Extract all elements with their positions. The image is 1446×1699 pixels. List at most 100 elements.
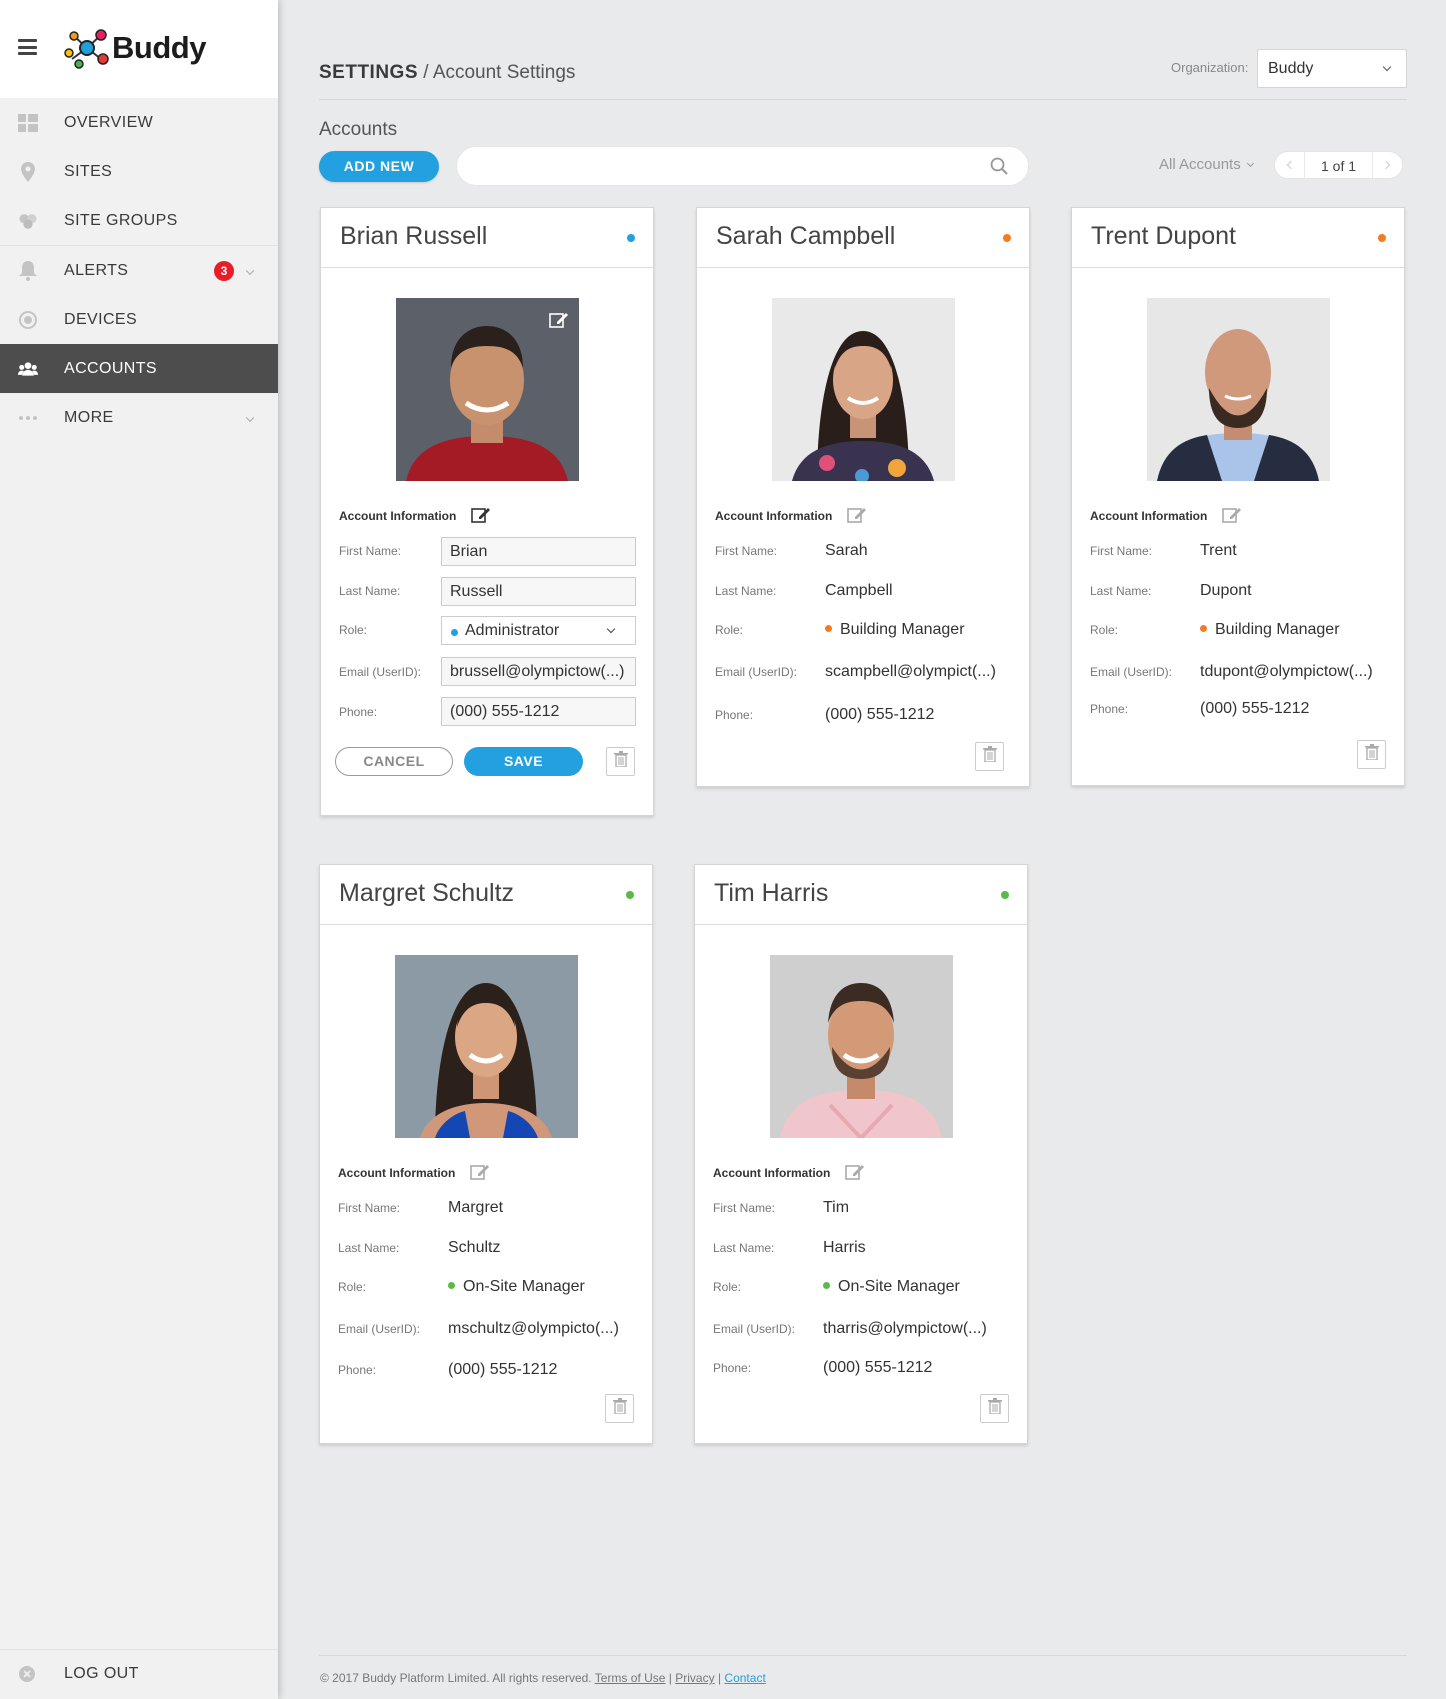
first-name-label: First Name: bbox=[713, 1201, 776, 1215]
last-name-value: Schultz bbox=[448, 1239, 501, 1256]
first-name-value: Margret bbox=[448, 1199, 504, 1216]
status-dot bbox=[627, 234, 635, 242]
chevron-down-icon bbox=[1382, 62, 1392, 72]
phone-value: (000) 555-1212 bbox=[1200, 700, 1310, 717]
role-value: Administrator bbox=[465, 622, 560, 639]
status-dot bbox=[1003, 234, 1011, 242]
breadcrumb-section[interactable]: SETTINGS bbox=[319, 62, 418, 83]
role-select[interactable]: Administrator bbox=[441, 616, 636, 645]
accounts-filter-dropdown[interactable]: All Accounts bbox=[1159, 156, 1254, 173]
account-information-label: Account Information bbox=[339, 509, 457, 523]
card-header: Tim Harris bbox=[695, 865, 1027, 925]
phone-label: Phone: bbox=[1090, 702, 1129, 716]
phone-field[interactable]: (000) 555-1212 bbox=[441, 697, 636, 726]
breadcrumb: SETTINGS / Account Settings bbox=[319, 62, 575, 84]
save-button[interactable]: SAVE bbox=[464, 747, 583, 776]
sidebar-item-alerts[interactable]: ALERTS 3 bbox=[0, 246, 278, 295]
add-new-button[interactable]: ADD NEW bbox=[319, 151, 439, 182]
trash-icon bbox=[1364, 744, 1379, 765]
sidebar-item-label: MORE bbox=[64, 408, 114, 426]
terms-link[interactable]: Terms of Use bbox=[595, 1671, 666, 1685]
delete-button[interactable] bbox=[1357, 740, 1386, 769]
organization-select[interactable]: Buddy bbox=[1257, 49, 1407, 88]
role-text: On-Site Manager bbox=[838, 1278, 960, 1295]
hamburger-menu-icon[interactable] bbox=[18, 39, 37, 55]
brand-bar: Buddy bbox=[0, 0, 278, 98]
app-name: Buddy bbox=[112, 30, 206, 65]
logout-button[interactable]: LOG OUT bbox=[0, 1649, 278, 1699]
close-circle-icon bbox=[18, 1665, 36, 1688]
account-name: Brian Russell bbox=[340, 222, 488, 250]
more-icon bbox=[18, 408, 38, 428]
email-field[interactable]: brussell@olympictow(...) bbox=[441, 657, 636, 686]
sidebar-item-label: SITES bbox=[64, 162, 113, 180]
chevron-down-icon[interactable] bbox=[245, 265, 255, 275]
role-value: On-Site Manager bbox=[823, 1278, 960, 1296]
phone-value: (000) 555-1212 bbox=[825, 706, 935, 723]
trash-icon bbox=[987, 1398, 1002, 1419]
edit-icon[interactable] bbox=[470, 1163, 490, 1186]
search-icon[interactable] bbox=[990, 157, 1008, 180]
sidebar-item-accounts[interactable]: ACCOUNTS bbox=[0, 344, 278, 393]
grid-icon bbox=[18, 113, 38, 133]
delete-button[interactable] bbox=[975, 742, 1004, 771]
role-status-dot bbox=[451, 629, 458, 636]
filter-label: All Accounts bbox=[1159, 156, 1241, 173]
account-name: Tim Harris bbox=[714, 879, 829, 907]
cancel-button[interactable]: CANCEL bbox=[335, 747, 453, 776]
first-name-label: First Name: bbox=[1090, 544, 1153, 558]
delete-button[interactable] bbox=[605, 1394, 634, 1423]
alerts-count-badge: 3 bbox=[214, 260, 234, 281]
trash-icon bbox=[612, 1398, 627, 1419]
last-name-field[interactable]: Russell bbox=[441, 577, 636, 606]
account-card: Sarah Campbell Account Information First… bbox=[696, 207, 1030, 787]
trash-icon bbox=[613, 751, 628, 772]
role-status-dot bbox=[825, 625, 832, 632]
email-label: Email (UserID): bbox=[713, 1322, 796, 1336]
search-input[interactable] bbox=[475, 155, 975, 179]
map-pin-icon bbox=[18, 161, 38, 182]
sidebar-item-label: SITE GROUPS bbox=[64, 211, 178, 229]
card-header: Sarah Campbell bbox=[697, 208, 1029, 268]
role-label: Role: bbox=[1090, 623, 1119, 637]
sidebar-item-overview[interactable]: OVERVIEW bbox=[0, 98, 278, 147]
contact-link[interactable]: Contact bbox=[724, 1671, 765, 1685]
phone-label: Phone: bbox=[338, 1363, 377, 1377]
edit-icon[interactable] bbox=[1222, 506, 1242, 529]
first-name-field[interactable]: Brian bbox=[441, 537, 636, 566]
email-label: Email (UserID): bbox=[339, 665, 422, 679]
account-card: Trent Dupont Account Information First N… bbox=[1071, 207, 1405, 786]
card-header: Trent Dupont bbox=[1072, 208, 1404, 268]
role-label: Role: bbox=[338, 1280, 367, 1294]
prev-page-button[interactable] bbox=[1275, 152, 1305, 178]
phone-label: Phone: bbox=[715, 708, 754, 722]
email-value: tdupont@olympictow(...) bbox=[1200, 663, 1373, 680]
phone-value: (000) 555-1212 bbox=[823, 1359, 933, 1376]
footer-divider-text: | bbox=[668, 1671, 672, 1685]
last-name-value: Campbell bbox=[825, 582, 893, 599]
edit-icon[interactable] bbox=[471, 506, 491, 529]
sidebar-item-devices[interactable]: DEVICES bbox=[0, 295, 278, 344]
chevron-down-icon[interactable] bbox=[245, 412, 255, 422]
edit-icon[interactable] bbox=[847, 506, 867, 529]
avatar bbox=[1147, 298, 1330, 481]
account-information-label: Account Information bbox=[1090, 509, 1208, 523]
privacy-link[interactable]: Privacy bbox=[675, 1671, 714, 1685]
sidebar-item-more[interactable]: MORE bbox=[0, 393, 278, 442]
header-divider bbox=[319, 99, 1407, 100]
next-page-button[interactable] bbox=[1372, 152, 1402, 178]
account-information-label: Account Information bbox=[715, 509, 833, 523]
edit-icon[interactable] bbox=[845, 1163, 865, 1186]
delete-button[interactable] bbox=[606, 747, 635, 776]
footer: © 2017 Buddy Platform Limited. All right… bbox=[320, 1671, 766, 1685]
sidebar-item-site-groups[interactable]: SITE GROUPS bbox=[0, 196, 278, 245]
delete-button[interactable] bbox=[980, 1394, 1009, 1423]
edit-photo-icon[interactable] bbox=[549, 311, 569, 329]
sidebar-item-sites[interactable]: SITES bbox=[0, 147, 278, 196]
role-status-dot bbox=[1200, 625, 1207, 632]
card-header: Margret Schultz bbox=[320, 865, 652, 925]
sidebar-item-label: OVERVIEW bbox=[64, 113, 154, 131]
phone-value: (000) 555-1212 bbox=[448, 1361, 558, 1378]
role-label: Role: bbox=[713, 1280, 742, 1294]
account-card: Tim Harris Account Information First Nam… bbox=[694, 864, 1028, 1444]
